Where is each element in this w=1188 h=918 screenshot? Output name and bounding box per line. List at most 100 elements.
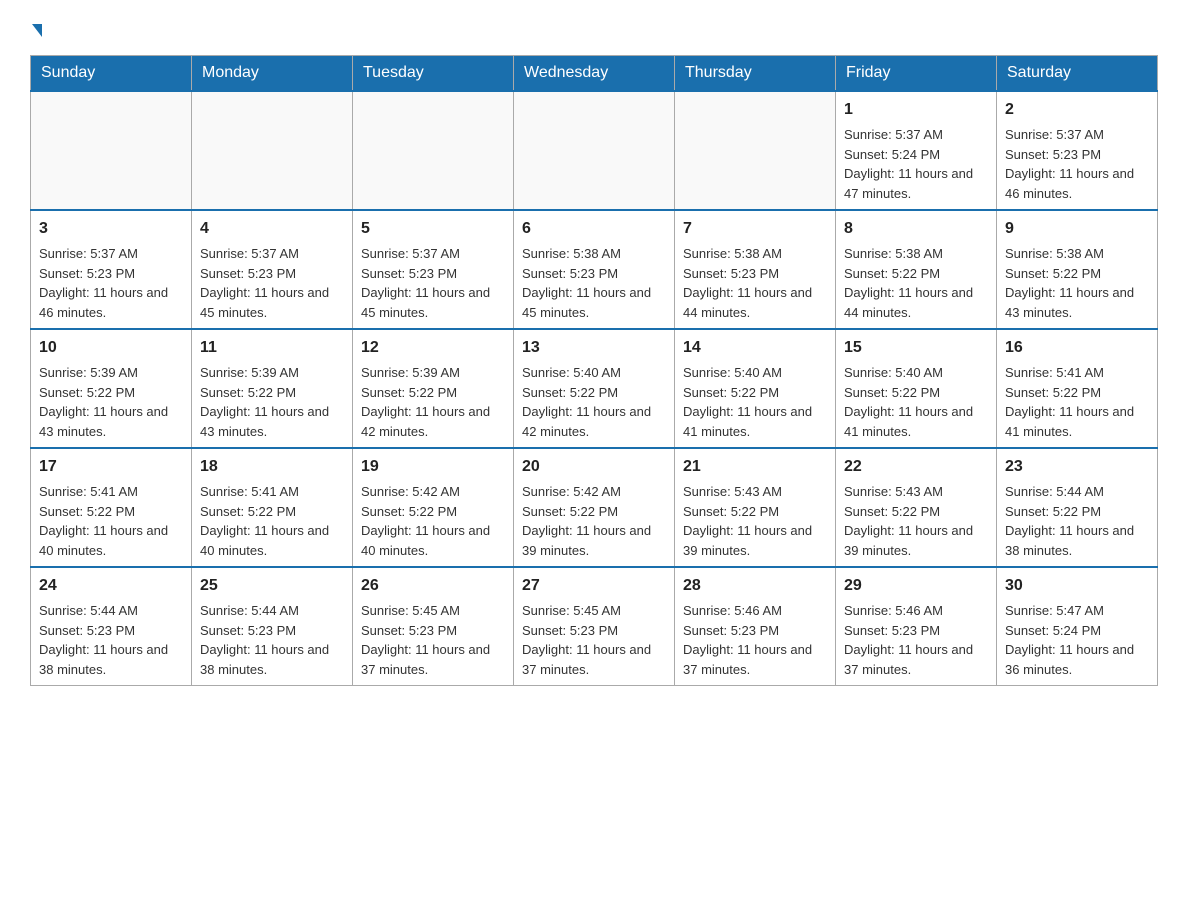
calendar-cell: 1Sunrise: 5:37 AMSunset: 5:24 PMDaylight… (836, 91, 997, 210)
cell-content: 7Sunrise: 5:38 AMSunset: 5:23 PMDaylight… (683, 217, 827, 322)
cell-content: 5Sunrise: 5:37 AMSunset: 5:23 PMDaylight… (361, 217, 505, 322)
calendar-cell: 30Sunrise: 5:47 AMSunset: 5:24 PMDayligh… (997, 567, 1158, 686)
cell-content: 24Sunrise: 5:44 AMSunset: 5:23 PMDayligh… (39, 574, 183, 679)
day-number: 9 (1005, 217, 1149, 241)
cell-content: 23Sunrise: 5:44 AMSunset: 5:22 PMDayligh… (1005, 455, 1149, 560)
cell-content: 25Sunrise: 5:44 AMSunset: 5:23 PMDayligh… (200, 574, 344, 679)
calendar-cell (675, 91, 836, 210)
day-number: 21 (683, 455, 827, 479)
calendar-cell: 28Sunrise: 5:46 AMSunset: 5:23 PMDayligh… (675, 567, 836, 686)
cell-content: 19Sunrise: 5:42 AMSunset: 5:22 PMDayligh… (361, 455, 505, 560)
day-number: 7 (683, 217, 827, 241)
calendar-cell: 23Sunrise: 5:44 AMSunset: 5:22 PMDayligh… (997, 448, 1158, 567)
day-number: 5 (361, 217, 505, 241)
calendar-cell: 11Sunrise: 5:39 AMSunset: 5:22 PMDayligh… (192, 329, 353, 448)
day-number: 24 (39, 574, 183, 598)
day-number: 26 (361, 574, 505, 598)
cell-content: 8Sunrise: 5:38 AMSunset: 5:22 PMDaylight… (844, 217, 988, 322)
col-friday: Friday (836, 56, 997, 92)
calendar-table: Sunday Monday Tuesday Wednesday Thursday… (30, 55, 1158, 686)
cell-content: 17Sunrise: 5:41 AMSunset: 5:22 PMDayligh… (39, 455, 183, 560)
cell-content: 21Sunrise: 5:43 AMSunset: 5:22 PMDayligh… (683, 455, 827, 560)
calendar-cell: 18Sunrise: 5:41 AMSunset: 5:22 PMDayligh… (192, 448, 353, 567)
day-number: 17 (39, 455, 183, 479)
calendar-cell: 15Sunrise: 5:40 AMSunset: 5:22 PMDayligh… (836, 329, 997, 448)
calendar-cell: 22Sunrise: 5:43 AMSunset: 5:22 PMDayligh… (836, 448, 997, 567)
cell-content: 3Sunrise: 5:37 AMSunset: 5:23 PMDaylight… (39, 217, 183, 322)
day-number: 18 (200, 455, 344, 479)
day-number: 23 (1005, 455, 1149, 479)
week-row-5: 24Sunrise: 5:44 AMSunset: 5:23 PMDayligh… (31, 567, 1158, 686)
cell-content: 9Sunrise: 5:38 AMSunset: 5:22 PMDaylight… (1005, 217, 1149, 322)
calendar-cell: 6Sunrise: 5:38 AMSunset: 5:23 PMDaylight… (514, 210, 675, 329)
day-number: 1 (844, 98, 988, 122)
week-row-1: 1Sunrise: 5:37 AMSunset: 5:24 PMDaylight… (31, 91, 1158, 210)
cell-content: 2Sunrise: 5:37 AMSunset: 5:23 PMDaylight… (1005, 98, 1149, 203)
cell-content: 6Sunrise: 5:38 AMSunset: 5:23 PMDaylight… (522, 217, 666, 322)
cell-content: 10Sunrise: 5:39 AMSunset: 5:22 PMDayligh… (39, 336, 183, 441)
day-number: 28 (683, 574, 827, 598)
calendar-cell: 26Sunrise: 5:45 AMSunset: 5:23 PMDayligh… (353, 567, 514, 686)
cell-content: 1Sunrise: 5:37 AMSunset: 5:24 PMDaylight… (844, 98, 988, 203)
calendar-cell: 16Sunrise: 5:41 AMSunset: 5:22 PMDayligh… (997, 329, 1158, 448)
page-header (30, 20, 1158, 37)
day-number: 6 (522, 217, 666, 241)
cell-content: 27Sunrise: 5:45 AMSunset: 5:23 PMDayligh… (522, 574, 666, 679)
calendar-cell: 17Sunrise: 5:41 AMSunset: 5:22 PMDayligh… (31, 448, 192, 567)
day-number: 30 (1005, 574, 1149, 598)
calendar-cell: 27Sunrise: 5:45 AMSunset: 5:23 PMDayligh… (514, 567, 675, 686)
cell-content: 26Sunrise: 5:45 AMSunset: 5:23 PMDayligh… (361, 574, 505, 679)
cell-content: 30Sunrise: 5:47 AMSunset: 5:24 PMDayligh… (1005, 574, 1149, 679)
calendar-cell: 5Sunrise: 5:37 AMSunset: 5:23 PMDaylight… (353, 210, 514, 329)
cell-content: 14Sunrise: 5:40 AMSunset: 5:22 PMDayligh… (683, 336, 827, 441)
calendar-cell: 24Sunrise: 5:44 AMSunset: 5:23 PMDayligh… (31, 567, 192, 686)
day-number: 15 (844, 336, 988, 360)
calendar-cell: 4Sunrise: 5:37 AMSunset: 5:23 PMDaylight… (192, 210, 353, 329)
day-number: 12 (361, 336, 505, 360)
cell-content: 16Sunrise: 5:41 AMSunset: 5:22 PMDayligh… (1005, 336, 1149, 441)
cell-content: 15Sunrise: 5:40 AMSunset: 5:22 PMDayligh… (844, 336, 988, 441)
day-number: 16 (1005, 336, 1149, 360)
calendar-cell (514, 91, 675, 210)
col-saturday: Saturday (997, 56, 1158, 92)
calendar-cell: 19Sunrise: 5:42 AMSunset: 5:22 PMDayligh… (353, 448, 514, 567)
day-number: 19 (361, 455, 505, 479)
cell-content: 11Sunrise: 5:39 AMSunset: 5:22 PMDayligh… (200, 336, 344, 441)
day-number: 25 (200, 574, 344, 598)
week-row-4: 17Sunrise: 5:41 AMSunset: 5:22 PMDayligh… (31, 448, 1158, 567)
calendar-cell (192, 91, 353, 210)
calendar-cell: 8Sunrise: 5:38 AMSunset: 5:22 PMDaylight… (836, 210, 997, 329)
col-monday: Monday (192, 56, 353, 92)
day-number: 8 (844, 217, 988, 241)
day-number: 3 (39, 217, 183, 241)
logo-arrow-icon (32, 24, 42, 37)
col-wednesday: Wednesday (514, 56, 675, 92)
calendar-cell: 7Sunrise: 5:38 AMSunset: 5:23 PMDaylight… (675, 210, 836, 329)
day-number: 20 (522, 455, 666, 479)
calendar-cell: 9Sunrise: 5:38 AMSunset: 5:22 PMDaylight… (997, 210, 1158, 329)
day-number: 11 (200, 336, 344, 360)
col-thursday: Thursday (675, 56, 836, 92)
cell-content: 18Sunrise: 5:41 AMSunset: 5:22 PMDayligh… (200, 455, 344, 560)
day-number: 22 (844, 455, 988, 479)
calendar-cell: 2Sunrise: 5:37 AMSunset: 5:23 PMDaylight… (997, 91, 1158, 210)
cell-content: 28Sunrise: 5:46 AMSunset: 5:23 PMDayligh… (683, 574, 827, 679)
calendar-header-row: Sunday Monday Tuesday Wednesday Thursday… (31, 56, 1158, 92)
day-number: 10 (39, 336, 183, 360)
calendar-cell: 29Sunrise: 5:46 AMSunset: 5:23 PMDayligh… (836, 567, 997, 686)
calendar-cell: 20Sunrise: 5:42 AMSunset: 5:22 PMDayligh… (514, 448, 675, 567)
calendar-cell: 3Sunrise: 5:37 AMSunset: 5:23 PMDaylight… (31, 210, 192, 329)
cell-content: 20Sunrise: 5:42 AMSunset: 5:22 PMDayligh… (522, 455, 666, 560)
day-number: 2 (1005, 98, 1149, 122)
cell-content: 12Sunrise: 5:39 AMSunset: 5:22 PMDayligh… (361, 336, 505, 441)
calendar-cell: 25Sunrise: 5:44 AMSunset: 5:23 PMDayligh… (192, 567, 353, 686)
calendar-cell: 12Sunrise: 5:39 AMSunset: 5:22 PMDayligh… (353, 329, 514, 448)
calendar-cell (31, 91, 192, 210)
calendar-cell: 21Sunrise: 5:43 AMSunset: 5:22 PMDayligh… (675, 448, 836, 567)
week-row-3: 10Sunrise: 5:39 AMSunset: 5:22 PMDayligh… (31, 329, 1158, 448)
calendar-cell: 13Sunrise: 5:40 AMSunset: 5:22 PMDayligh… (514, 329, 675, 448)
day-number: 13 (522, 336, 666, 360)
col-sunday: Sunday (31, 56, 192, 92)
day-number: 4 (200, 217, 344, 241)
week-row-2: 3Sunrise: 5:37 AMSunset: 5:23 PMDaylight… (31, 210, 1158, 329)
